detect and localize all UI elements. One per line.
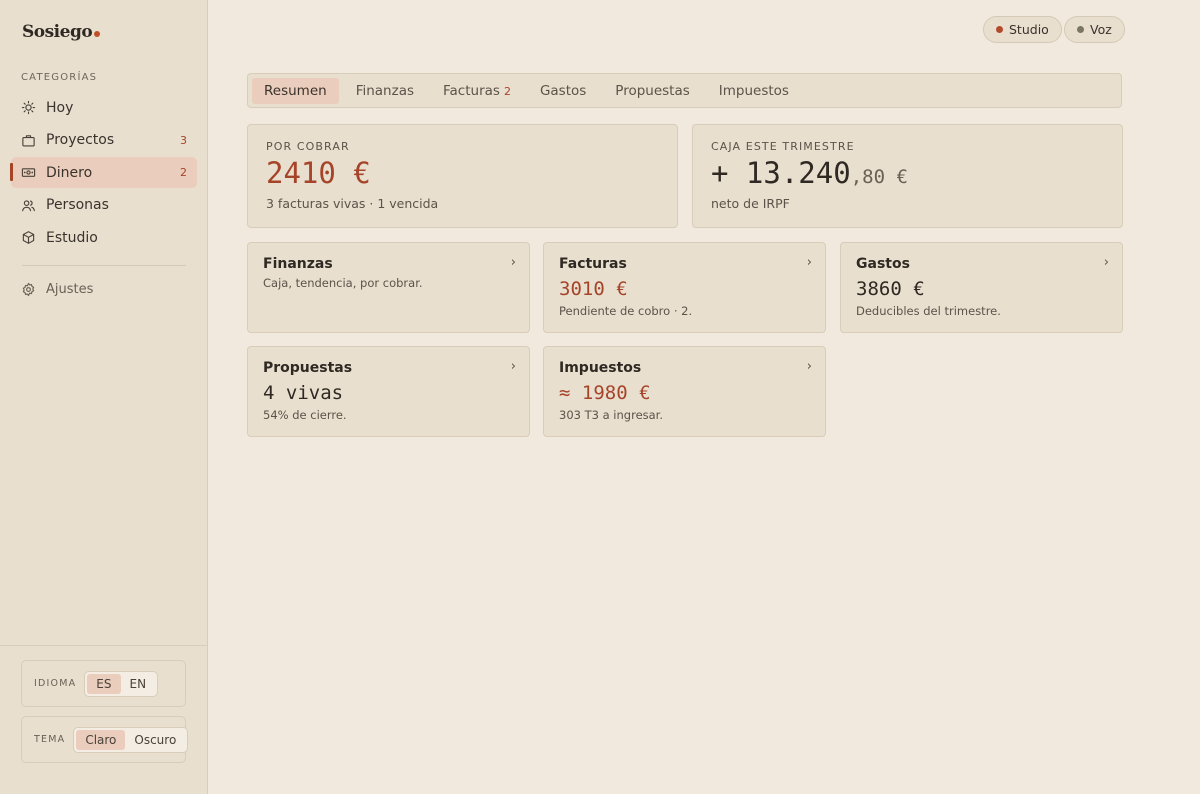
sidebar-item-label: Hoy (46, 99, 74, 116)
theme-option-claro[interactable]: Claro (76, 729, 126, 750)
theme-selector: TEMA Claro Oscuro (21, 716, 189, 763)
brand-logo[interactable]: Sosiego (22, 22, 101, 42)
sun-icon (21, 100, 36, 115)
card-title: Impuestos (559, 360, 642, 376)
banknote-icon (21, 165, 36, 180)
tab-propuestas[interactable]: Propuestas (603, 78, 701, 104)
voz-pill-label: Voz (1090, 22, 1112, 37)
card-sub: 54% de cierre. (263, 408, 347, 422)
cash-cents: ,80 € (850, 166, 908, 188)
finanzas-card[interactable]: Finanzas › Caja, tendencia, por cobrar. (247, 242, 530, 333)
users-icon (21, 198, 36, 213)
tab-finanzas[interactable]: Finanzas (344, 78, 426, 104)
chevron-right-icon: › (1103, 255, 1109, 270)
language-option-es[interactable]: ES (87, 673, 121, 694)
chevron-right-icon: › (806, 359, 812, 374)
sidebar-item-dinero[interactable]: Dinero 2 (10, 157, 197, 188)
sidebar-nav: Hoy Proyectos 3 Dinero 2 Personas Estudi… (10, 92, 197, 255)
sidebar-item-count: 2 (180, 166, 187, 179)
language-toggle: ES EN (84, 670, 159, 697)
sidebar-item-ajustes[interactable]: Ajustes (21, 282, 93, 297)
sidebar-item-proyectos[interactable]: Proyectos 3 (11, 125, 197, 156)
brand-name: Sosiego (22, 22, 93, 42)
cash-sub: neto de IRPF (711, 196, 790, 211)
tab-label: Finanzas (355, 82, 414, 99)
tab-label: Facturas (443, 82, 500, 99)
status-dot-icon (1077, 26, 1084, 33)
tab-facturas[interactable]: Facturas 2 (431, 78, 523, 104)
sidebar-divider (22, 265, 186, 266)
box-icon (21, 230, 36, 245)
card-sub: 303 T3 a ingresar. (559, 408, 664, 422)
status-dot-icon (996, 26, 1003, 33)
tab-impuestos[interactable]: Impuestos (707, 78, 801, 104)
categories-label: CATEGORÍAS (21, 72, 98, 83)
card-value: 3010 € (559, 278, 628, 300)
tab-badge: 2 (503, 84, 511, 98)
theme-label: TEMA (34, 734, 66, 745)
language-label: IDIOMA (34, 678, 77, 689)
theme-toggle: Claro Oscuro (73, 726, 189, 753)
chevron-right-icon: › (510, 255, 516, 270)
tab-label: Impuestos (718, 82, 789, 99)
card-title: Facturas (559, 256, 627, 272)
sidebar-item-label: Proyectos (46, 132, 115, 148)
gear-icon (21, 282, 36, 297)
cash-value: + 13.240,80 € (711, 156, 908, 190)
sidebar-item-label: Dinero (46, 164, 93, 181)
tab-label: Propuestas (615, 82, 690, 99)
card-title: Gastos (856, 256, 910, 272)
receivable-card: POR COBRAR 2410 € 3 facturas vivas · 1 v… (247, 124, 678, 228)
studio-pill-label: Studio (1009, 22, 1049, 37)
settings-label: Ajustes (46, 282, 94, 297)
gastos-card[interactable]: Gastos › 3860 € Deducibles del trimestre… (840, 242, 1123, 333)
tab-label: Gastos (539, 82, 587, 99)
tab-gastos[interactable]: Gastos (528, 78, 598, 104)
sidebar-item-estudio[interactable]: Estudio (11, 222, 197, 253)
card-sub: Deducibles del trimestre. (856, 304, 1001, 318)
cash-quarter-card: CAJA ESTE TRIMESTRE + 13.240,80 € neto d… (692, 124, 1123, 228)
tab-label: Resumen (264, 82, 327, 99)
chevron-right-icon: › (510, 359, 516, 374)
theme-option-oscuro[interactable]: Oscuro (125, 730, 185, 750)
briefcase-icon (21, 133, 36, 148)
sidebar-footer-divider (0, 645, 207, 646)
tab-resumen[interactable]: Resumen (252, 77, 339, 104)
sidebar-item-label: Estudio (46, 229, 98, 246)
cash-amount: + 13.240 (711, 156, 851, 190)
sidebar-item-personas[interactable]: Personas (11, 190, 197, 221)
sidebar-item-count: 3 (180, 133, 187, 147)
cash-label: CAJA ESTE TRIMESTRE (711, 140, 855, 153)
impuestos-card[interactable]: Impuestos › ≈ 1980 € 303 T3 a ingresar. (543, 346, 826, 437)
card-value: ≈ 1980 € (559, 382, 651, 404)
sidebar-item-hoy[interactable]: Hoy (11, 92, 197, 123)
brand-dot (94, 31, 101, 37)
voz-pill[interactable]: Voz (1064, 16, 1125, 43)
chevron-right-icon: › (806, 255, 812, 270)
card-value: 3860 € (856, 278, 925, 300)
language-selector: IDIOMA ES EN (21, 660, 186, 707)
card-description: Caja, tendencia, por cobrar. (263, 276, 423, 290)
receivable-value: 2410 € (266, 156, 371, 190)
studio-pill[interactable]: Studio (983, 16, 1062, 43)
sidebar: Sosiego CATEGORÍAS Hoy Proyectos 3 Diner… (0, 0, 208, 794)
propuestas-card[interactable]: Propuestas › 4 vivas 54% de cierre. (247, 346, 530, 437)
language-option-en[interactable]: EN (121, 674, 156, 694)
sidebar-item-label: Personas (46, 197, 109, 213)
receivable-label: POR COBRAR (266, 140, 350, 153)
card-sub: Pendiente de cobro · 2. (559, 304, 693, 318)
receivable-sub: 3 facturas vivas · 1 vencida (266, 196, 439, 211)
section-tabs: Resumen Finanzas Facturas 2 Gastos Propue… (247, 73, 1122, 108)
card-title: Finanzas (263, 256, 333, 272)
card-value: 4 vivas (263, 382, 344, 404)
facturas-card[interactable]: Facturas › 3010 € Pendiente de cobro · 2… (543, 242, 826, 333)
card-title: Propuestas (263, 360, 353, 376)
